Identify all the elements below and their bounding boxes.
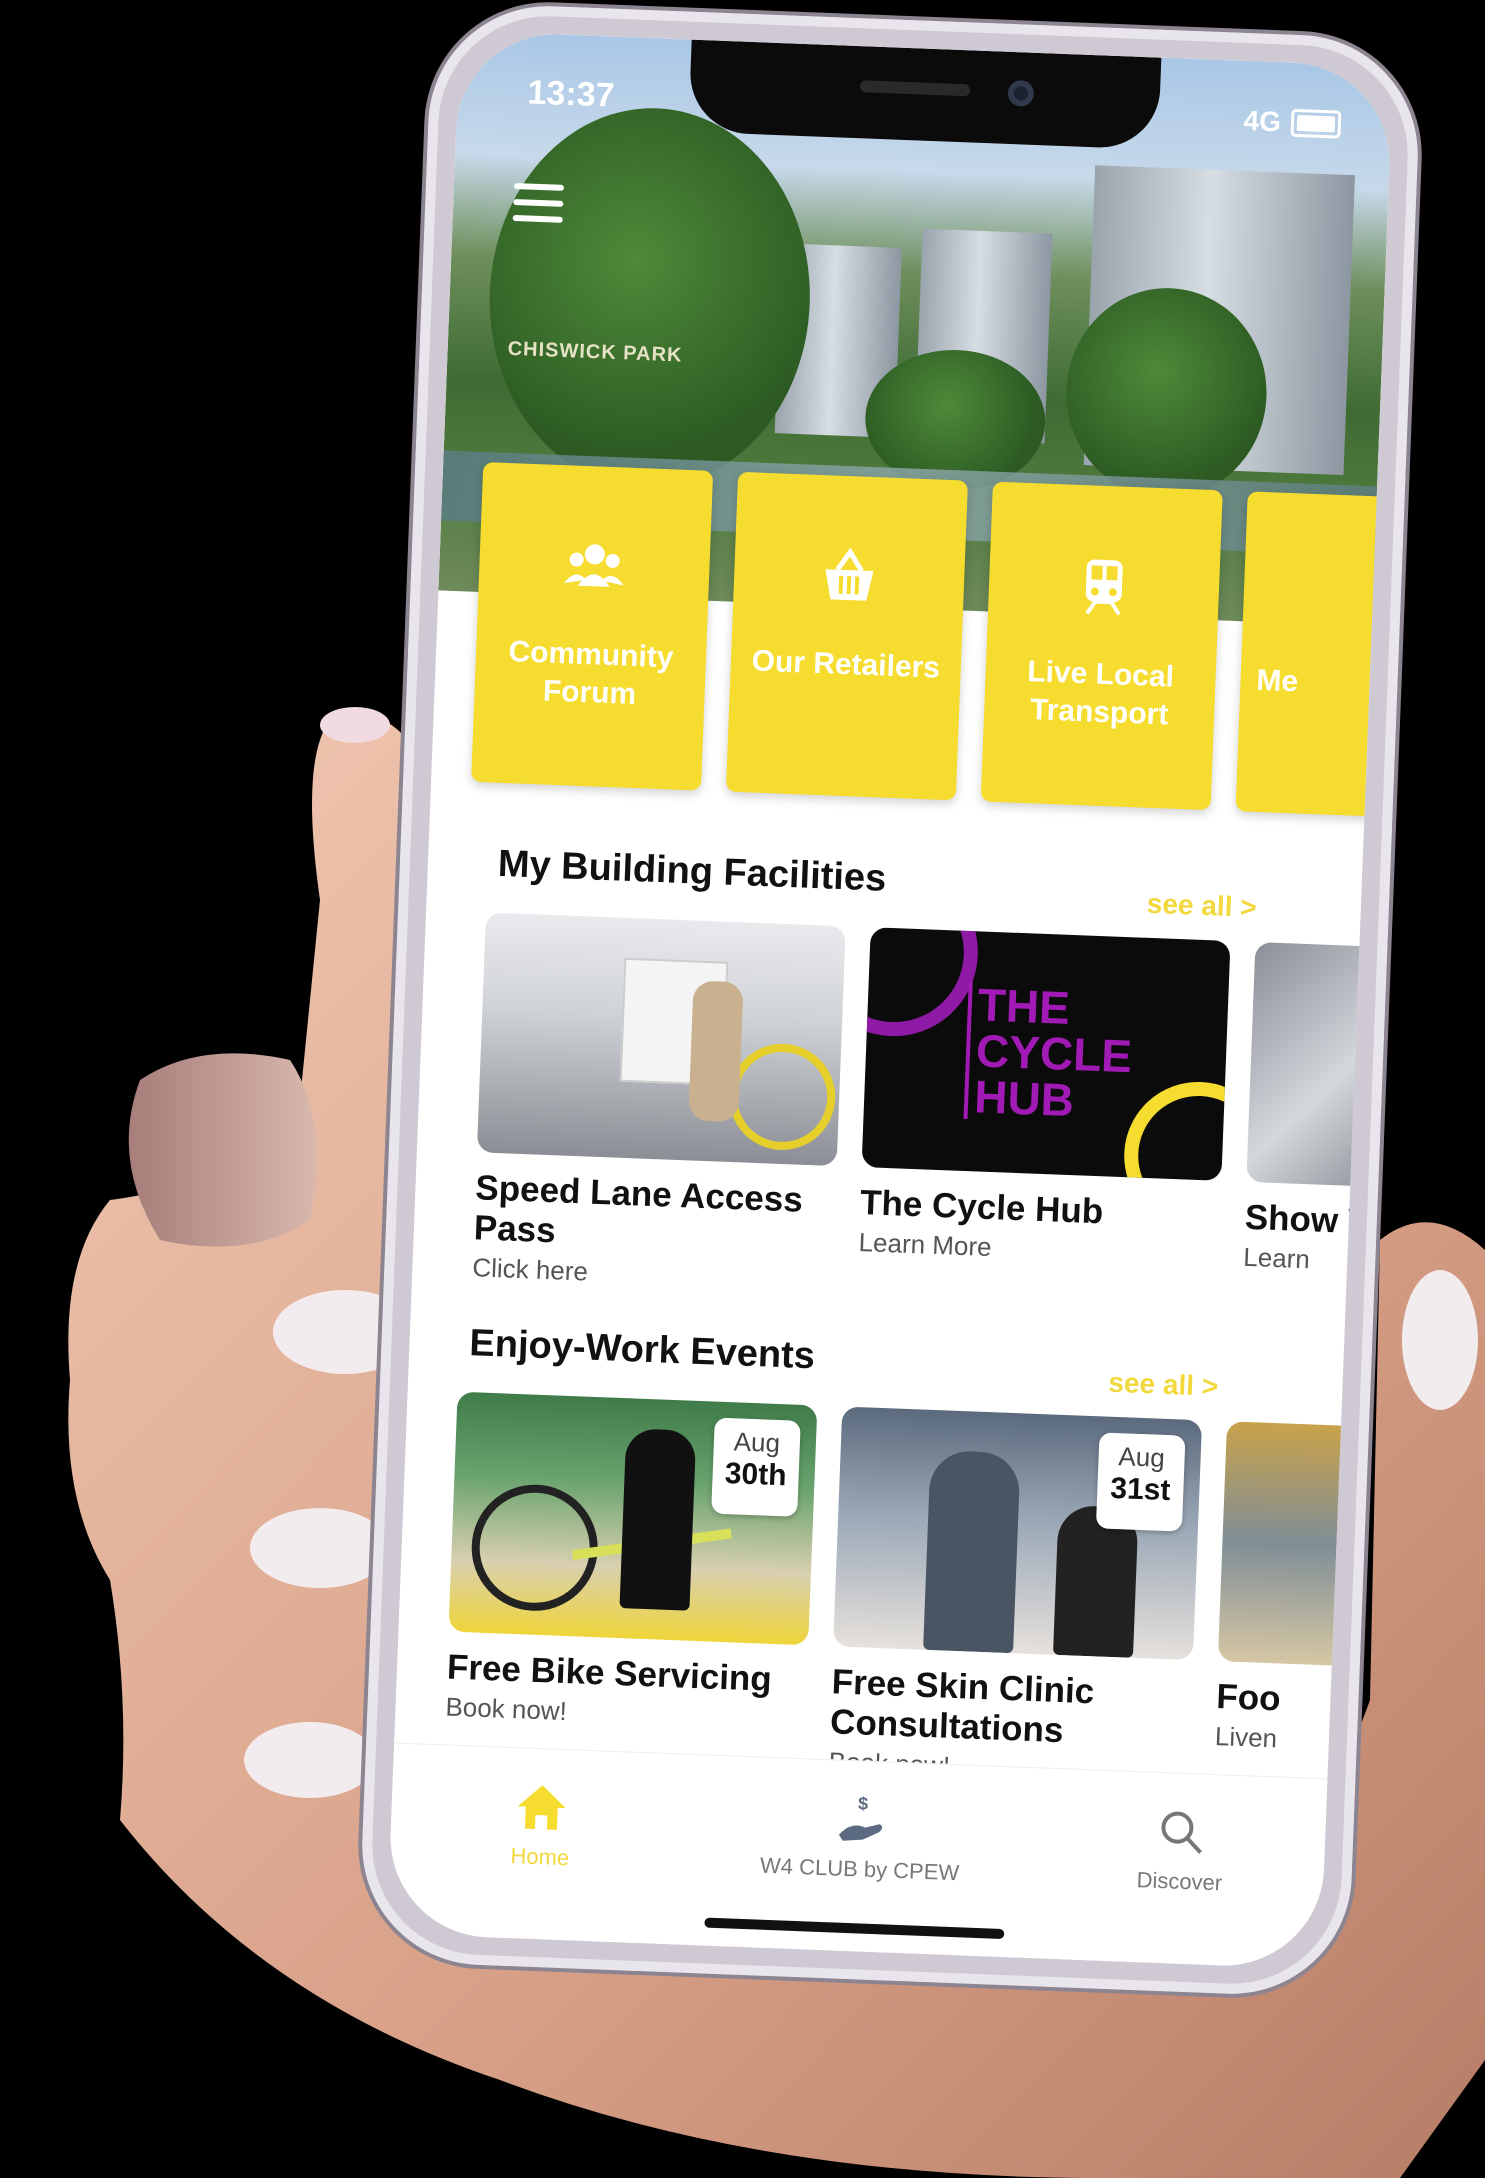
app-screen: 13:37 4G CHISWICK PARK Community Forum O… bbox=[386, 30, 1394, 1970]
card-title: Show Was bbox=[1244, 1197, 1394, 1244]
skin-clinic-image: Aug 31st bbox=[833, 1406, 1203, 1661]
card-link[interactable]: Learn bbox=[1243, 1242, 1393, 1281]
events-see-all-link[interactable]: see all > bbox=[1108, 1367, 1219, 1403]
tab-label: Discover bbox=[1136, 1867, 1223, 1896]
bottom-tab-bar: Home $ W4 CLUB by CPEW Discover bbox=[386, 1742, 1328, 1970]
status-network: 4G bbox=[1243, 104, 1282, 138]
event-date-day: 31st bbox=[1109, 1471, 1172, 1508]
partial-card-image bbox=[1246, 941, 1394, 1190]
speed-lane-person bbox=[688, 980, 744, 1123]
tab-label: Home bbox=[510, 1843, 570, 1871]
phone-frame: 13:37 4G CHISWICK PARK Community Forum O… bbox=[357, 1, 1423, 1999]
home-icon bbox=[517, 1785, 566, 1830]
speed-lane-image bbox=[476, 912, 846, 1167]
quick-link-live-local-transport[interactable]: Live Local Transport bbox=[980, 481, 1223, 811]
quick-link-our-retailers[interactable]: Our Retailers bbox=[725, 471, 968, 801]
cycle-hub-logo-text: THE CYCLE HUB bbox=[963, 978, 1149, 1126]
event-date-badge: Aug 31st bbox=[1095, 1432, 1186, 1532]
event-date-month: Aug bbox=[733, 1426, 781, 1459]
card-title: Free Skin Clinic Consultations bbox=[829, 1662, 1095, 1751]
events-title: Enjoy-Work Events bbox=[468, 1322, 816, 1378]
people-icon bbox=[563, 544, 624, 587]
search-icon bbox=[1161, 1811, 1202, 1854]
event-date-month: Aug bbox=[1117, 1441, 1166, 1473]
bike-servicing-image: Aug 30th bbox=[448, 1391, 818, 1646]
facility-card-partial[interactable]: Show Was Learn bbox=[1243, 941, 1394, 1281]
card-title: Speed Lane Access Pass bbox=[473, 1168, 804, 1251]
basket-icon bbox=[825, 547, 874, 601]
hand-coin-icon: $ bbox=[838, 1793, 883, 1841]
speed-lane-bike bbox=[727, 1041, 838, 1152]
tab-home[interactable]: Home bbox=[409, 1774, 672, 1875]
tab-w4-club[interactable]: $ W4 CLUB by CPEW bbox=[689, 1785, 1032, 1889]
quick-link-label: Our Retailers bbox=[751, 644, 941, 685]
facilities-see-all-link[interactable]: see all > bbox=[1146, 888, 1257, 924]
facility-card-speed-lane[interactable]: Speed Lane Access Pass Click here bbox=[472, 912, 846, 1297]
bike-wheel bbox=[469, 1482, 601, 1614]
battery-icon bbox=[1290, 108, 1342, 139]
event-date-day: 30th bbox=[724, 1457, 788, 1493]
train-icon bbox=[1085, 559, 1123, 616]
facility-card-cycle-hub[interactable]: THE CYCLE HUB The Cycle Hub Learn More bbox=[858, 927, 1231, 1272]
svg-text:$: $ bbox=[858, 1793, 869, 1813]
quick-link-label: Community Forum bbox=[507, 635, 675, 712]
status-time: 13:37 bbox=[526, 73, 616, 115]
hamburger-menu-icon[interactable] bbox=[512, 182, 565, 225]
event-card-bike-servicing[interactable]: Aug 30th Free Bike Servicing Book now! bbox=[445, 1391, 818, 1737]
quick-links: Community Forum Our Retailers Live Local… bbox=[471, 461, 1394, 830]
cycle-hub-image: THE CYCLE HUB bbox=[861, 927, 1231, 1181]
quick-link-label: Live Local Transport bbox=[1026, 655, 1175, 732]
quick-link-label: Me bbox=[1255, 663, 1299, 699]
facilities-title: My Building Facilities bbox=[497, 842, 887, 900]
tab-discover[interactable]: Discover bbox=[1049, 1799, 1312, 1900]
event-date-badge: Aug 30th bbox=[711, 1417, 801, 1517]
quick-link-more[interactable]: Me bbox=[1235, 491, 1394, 820]
quick-link-community-forum[interactable]: Community Forum bbox=[471, 461, 714, 791]
mechanic bbox=[619, 1428, 697, 1611]
clinic-person-1 bbox=[923, 1449, 1021, 1654]
home-indicator bbox=[704, 1917, 1005, 1940]
cycle-hub-arc-purple bbox=[861, 927, 982, 1040]
tab-label: W4 CLUB by CPEW bbox=[759, 1852, 960, 1886]
hero-tree bbox=[482, 102, 817, 495]
event-card-skin-clinic[interactable]: Aug 31st Free Skin Clinic Consultations … bbox=[828, 1406, 1203, 1791]
